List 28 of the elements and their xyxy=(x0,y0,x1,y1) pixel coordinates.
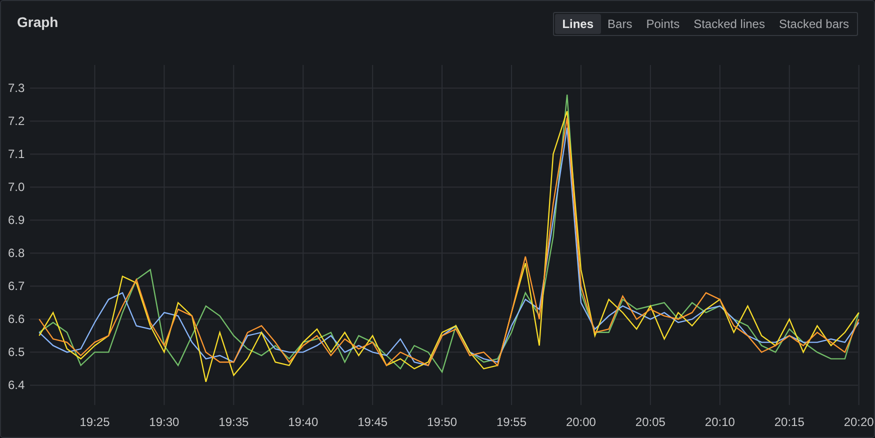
chart-type-option[interactable]: Stacked bars xyxy=(772,14,856,34)
axis-tick-label: 19:55 xyxy=(496,415,527,429)
axis-tick-label: 6.6 xyxy=(8,312,25,326)
axis-tick-label: 7.2 xyxy=(8,114,25,128)
axis-tick-label: 20:00 xyxy=(566,415,596,429)
axis-tick-label: 20:10 xyxy=(704,415,735,429)
axis-tick-label: 19:35 xyxy=(218,415,249,429)
axis-tick-label: 6.4 xyxy=(8,378,25,392)
panel-title: Graph xyxy=(17,13,58,32)
axis-tick-label: 7.1 xyxy=(8,147,25,162)
axis-tick-label: 6.7 xyxy=(8,279,25,294)
axis-tick-label: 19:45 xyxy=(358,415,388,429)
axis-tick-label: 6.8 xyxy=(8,246,25,260)
axis-tick-label: 7.3 xyxy=(8,81,25,96)
chart-type-option[interactable]: Points xyxy=(639,14,687,34)
axis-tick-label: 6.9 xyxy=(8,213,25,228)
axis-tick-label: 19:30 xyxy=(149,415,180,429)
axis-tick-label: 19:40 xyxy=(288,415,318,429)
axis-tick-label: 7.0 xyxy=(8,180,25,194)
axis-tick-label: 20:15 xyxy=(774,415,804,429)
chart-type-option[interactable]: Lines xyxy=(555,14,601,34)
axis-tick-label: 20:20 xyxy=(844,415,874,429)
chart-type-option[interactable]: Stacked lines xyxy=(686,14,772,34)
axis-tick-label: 19:25 xyxy=(80,415,110,429)
axis-tick-label: 6.5 xyxy=(8,345,25,360)
chart-type-option[interactable]: Bars xyxy=(600,14,640,34)
axis-tick-label: 20:05 xyxy=(635,415,666,429)
axis-tick-label: 19:50 xyxy=(427,415,458,429)
